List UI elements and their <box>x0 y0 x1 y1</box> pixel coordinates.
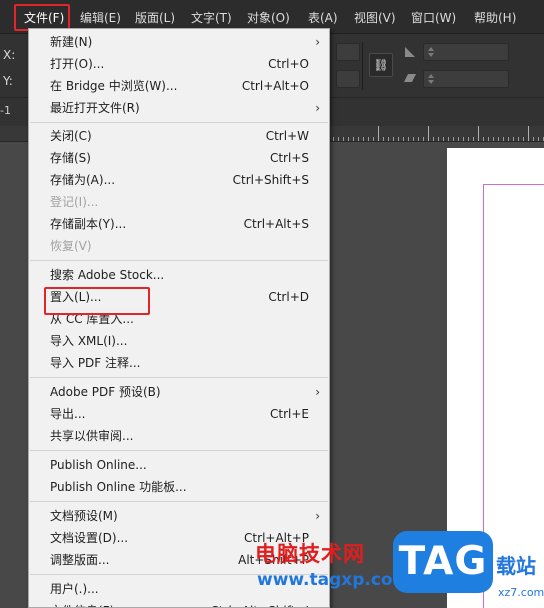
menu-separator <box>30 501 328 502</box>
menu-item-new[interactable]: 新建(N) › <box>29 31 329 53</box>
watermark-side-text: 载站 <box>496 554 536 578</box>
menu-item-export[interactable]: 导出... Ctrl+E <box>29 403 329 425</box>
submenu-arrow-icon: › <box>315 509 320 523</box>
scale-y-field[interactable] <box>423 70 509 88</box>
watermark-site-name: 电脑技术网 <box>255 542 365 566</box>
submenu-arrow-icon: › <box>315 101 320 115</box>
menu-item-recent[interactable]: 最近打开文件(R) › <box>29 97 329 119</box>
menu-item-browse-bridge[interactable]: 在 Bridge 中浏览(W)... Ctrl+Alt+O <box>29 75 329 97</box>
menu-item-save-copy[interactable]: 存储副本(Y)... Ctrl+Alt+S <box>29 213 329 235</box>
menu-item-revert: 恢复(V) <box>50 239 92 253</box>
menu-item-adobe-pdf-presets[interactable]: Adobe PDF 预设(B) › <box>29 381 329 403</box>
height-field[interactable] <box>336 70 360 88</box>
file-menu-dropdown: 新建(N) › 打开(O)... Ctrl+O 在 Bridge 中浏览(W)...… <box>28 28 330 608</box>
menu-item-save[interactable]: 存储(S) Ctrl+S <box>29 147 329 169</box>
place-item-highlight-box <box>44 287 150 315</box>
watermark-side-url: xz7.com <box>498 586 544 599</box>
watermark: 电脑技术网 www.tagxp.com TAG 载站 xz7.com <box>252 528 544 608</box>
menu-help[interactable]: 帮助(H) <box>474 9 516 27</box>
stepper-icon[interactable] <box>428 47 435 57</box>
menu-separator <box>30 377 328 378</box>
menu-layout[interactable]: 版面(L) <box>135 9 175 27</box>
scale-x-field[interactable] <box>423 43 509 61</box>
constrain-proportions-button[interactable]: ⛓ <box>369 53 393 77</box>
menu-window[interactable]: 窗口(W) <box>411 9 456 27</box>
menu-item-check-in: 登记(I)... <box>50 195 99 209</box>
menu-item-open[interactable]: 打开(O)... Ctrl+O <box>29 53 329 75</box>
menu-view[interactable]: 视图(V) <box>354 9 396 27</box>
menu-item-share-for-review[interactable]: 共享以供审阅... <box>29 425 329 447</box>
shear-icon <box>404 72 416 84</box>
menu-separator <box>30 122 328 123</box>
stepper-icon[interactable] <box>428 74 435 84</box>
menu-item-publish-online[interactable]: Publish Online... <box>29 454 329 476</box>
watermark-url: www.tagxp.com <box>257 570 411 590</box>
file-menu-highlight-box <box>14 4 70 31</box>
menu-item-close[interactable]: 关闭(C) Ctrl+W <box>29 125 329 147</box>
menu-edit[interactable]: 编辑(E) <box>80 9 121 27</box>
menu-separator <box>30 450 328 451</box>
menu-separator <box>30 260 328 261</box>
menu-item-import-pdf-comments[interactable]: 导入 PDF 注释... <box>29 352 329 374</box>
menu-type[interactable]: 文字(T) <box>191 9 232 27</box>
menu-item-search-adobe-stock[interactable]: 搜索 Adobe Stock... <box>29 264 329 286</box>
width-field[interactable] <box>336 43 360 61</box>
menu-table[interactable]: 表(A) <box>308 9 338 27</box>
control-divider <box>362 42 363 90</box>
menu-item-import-xml[interactable]: 导入 XML(I)... <box>29 330 329 352</box>
submenu-arrow-icon: › <box>315 35 320 49</box>
menu-item-document-presets[interactable]: 文档预设(M) › <box>29 505 329 527</box>
rotate-icon <box>404 46 416 58</box>
menu-item-save-as[interactable]: 存储为(A)... Ctrl+Shift+S <box>29 169 329 191</box>
y-label: Y: <box>3 74 13 88</box>
x-label: X: <box>3 48 16 62</box>
chain-link-icon: ⛓ <box>373 58 389 72</box>
menu-item-publish-online-panel[interactable]: Publish Online 功能板... <box>29 476 329 498</box>
watermark-tag-logo: TAG <box>393 531 493 593</box>
ruler-origin-label: -1 <box>0 104 11 117</box>
menu-object[interactable]: 对象(O) <box>247 9 290 27</box>
ruler-major-ticks <box>328 126 544 141</box>
submenu-arrow-icon: › <box>315 385 320 399</box>
